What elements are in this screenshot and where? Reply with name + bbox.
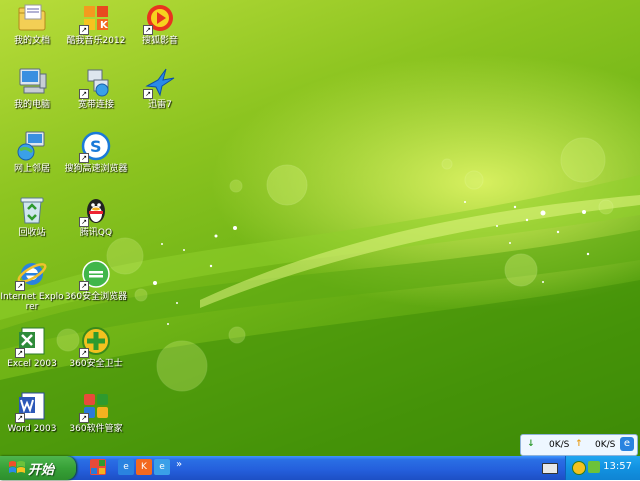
icon-label: Internet Explorer — [0, 292, 64, 312]
icon-my-documents[interactable]: 我的文档 — [0, 2, 64, 46]
icon-my-computer[interactable]: 我的电脑 — [0, 66, 64, 110]
svg-text:S: S — [90, 137, 102, 156]
upload-arrow-icon: ↑ — [575, 439, 583, 449]
360-browser-icon: ↗ — [79, 258, 112, 291]
broadband-icon: ↗ — [79, 66, 112, 99]
icon-label: 我的文档 — [13, 36, 50, 46]
icon-label: 360安全卫士 — [69, 359, 123, 369]
start-label: 开始 — [28, 463, 55, 478]
shortcut-arrow-icon: ↗ — [15, 348, 25, 358]
icon-label: 360软件管家 — [69, 424, 123, 434]
icon-kuwo-music[interactable]: K ↗ 酷我音乐2012 — [64, 2, 128, 46]
browser-quicklaunch-icon[interactable]: e — [154, 459, 170, 475]
icon-tencent-qq[interactable]: ↗ 腾讯QQ — [64, 194, 128, 238]
icon-label: 搜狗高速浏览器 — [64, 164, 128, 174]
network-icon — [16, 130, 48, 162]
shortcut-arrow-icon: ↗ — [79, 89, 89, 99]
network-tray-icon[interactable] — [588, 461, 600, 473]
icon-label: Word 2003 — [7, 424, 57, 434]
shortcut-arrow-icon: ↗ — [143, 89, 153, 99]
word-icon: ↗ — [15, 390, 48, 423]
qq-penguin-icon: ↗ — [79, 194, 112, 227]
icon-thunder-7[interactable]: ↗ 迅雷7 — [128, 66, 192, 110]
internet-explorer-icon: ↗ — [15, 258, 48, 291]
360-software-manager-icon: ↗ — [79, 390, 112, 423]
360-safeguard-icon: ↗ — [79, 325, 112, 358]
shortcut-arrow-icon: ↗ — [15, 281, 25, 291]
quicklaunch-chevron-icon[interactable]: » — [176, 459, 182, 470]
icon-network-places[interactable]: 网上邻居 — [0, 130, 64, 174]
kuwo-quicklaunch-icon[interactable]: K — [136, 459, 152, 475]
icon-excel-2003[interactable]: ↗ Excel 2003 — [0, 325, 64, 369]
shortcut-arrow-icon: ↗ — [79, 348, 89, 358]
icon-label: 腾讯QQ — [79, 228, 113, 238]
icon-360-browser[interactable]: ↗ 360安全浏览器 — [64, 258, 128, 302]
clock[interactable]: 13:57 — [603, 461, 632, 472]
icon-label: 我的电脑 — [13, 100, 50, 110]
windows-logo-icon — [9, 461, 25, 473]
shortcut-arrow-icon: ↗ — [15, 413, 25, 423]
icon-label: Excel 2003 — [7, 359, 57, 369]
shortcut-arrow-icon: ↗ — [79, 413, 89, 423]
system-tray: 13:57 — [565, 456, 640, 480]
icon-360-safeguard[interactable]: ↗ 360安全卫士 — [64, 325, 128, 369]
svg-text:K: K — [100, 20, 109, 31]
icon-label: 网上邻居 — [13, 164, 50, 174]
icon-label: 迅雷7 — [148, 100, 172, 110]
icon-word-2003[interactable]: ↗ Word 2003 — [0, 390, 64, 434]
shortcut-arrow-icon: ↗ — [79, 281, 89, 291]
upload-speed: 0K/S — [595, 440, 616, 450]
360-software-manager-quicklaunch-icon[interactable] — [90, 459, 106, 475]
shortcut-arrow-icon: ↗ — [79, 25, 89, 35]
computer-icon — [16, 66, 48, 98]
icon-broadband-connection[interactable]: ↗ 宽带连接 — [64, 66, 128, 110]
excel-icon: ↗ — [15, 325, 48, 358]
icon-internet-explorer[interactable]: ↗ Internet Explorer — [0, 258, 64, 312]
recycle-bin-icon — [16, 194, 48, 226]
download-arrow-icon: ↓ — [527, 439, 535, 449]
icon-label: 360安全浏览器 — [64, 292, 128, 302]
icon-sohu-video[interactable]: ↗ 搜狐影音 — [128, 2, 192, 46]
ie-widget-icon: e — [620, 437, 634, 451]
icon-label: 宽带连接 — [77, 100, 114, 110]
sogou-browser-icon: S ↗ — [79, 130, 112, 163]
shortcut-arrow-icon: ↗ — [79, 153, 89, 163]
keyboard-icon[interactable] — [542, 463, 558, 474]
download-speed: 0K/S — [549, 440, 570, 450]
shortcut-arrow-icon: ↗ — [143, 25, 153, 35]
ie-quicklaunch-icon[interactable]: e — [118, 459, 134, 475]
kuwo-music-icon: K ↗ — [79, 2, 112, 35]
icon-360-software-manager[interactable]: ↗ 360软件管家 — [64, 390, 128, 434]
icon-label: 回收站 — [18, 228, 46, 238]
icon-sogou-browser[interactable]: S ↗ 搜狗高速浏览器 — [64, 130, 128, 174]
folder-documents-icon — [16, 2, 48, 34]
taskbar: 开始 e K e » 13:57 — [0, 456, 640, 480]
icon-recycle-bin[interactable]: 回收站 — [0, 194, 64, 238]
sohu-video-icon: ↗ — [143, 2, 176, 35]
360-tray-icon[interactable] — [572, 461, 586, 475]
icon-label: 搜狐影音 — [141, 36, 178, 46]
shortcut-arrow-icon: ↗ — [79, 217, 89, 227]
desktop[interactable]: 我的文档 我的电脑 网上邻居 回收站 ↗ Internet Explorer ↗… — [0, 0, 640, 456]
network-speed-widget[interactable]: ↓ 0K/S ↑ 0K/S e — [520, 434, 638, 456]
icon-label: 酷我音乐2012 — [66, 36, 126, 46]
start-button[interactable]: 开始 — [0, 456, 76, 480]
thunder-bird-icon: ↗ — [143, 66, 176, 99]
